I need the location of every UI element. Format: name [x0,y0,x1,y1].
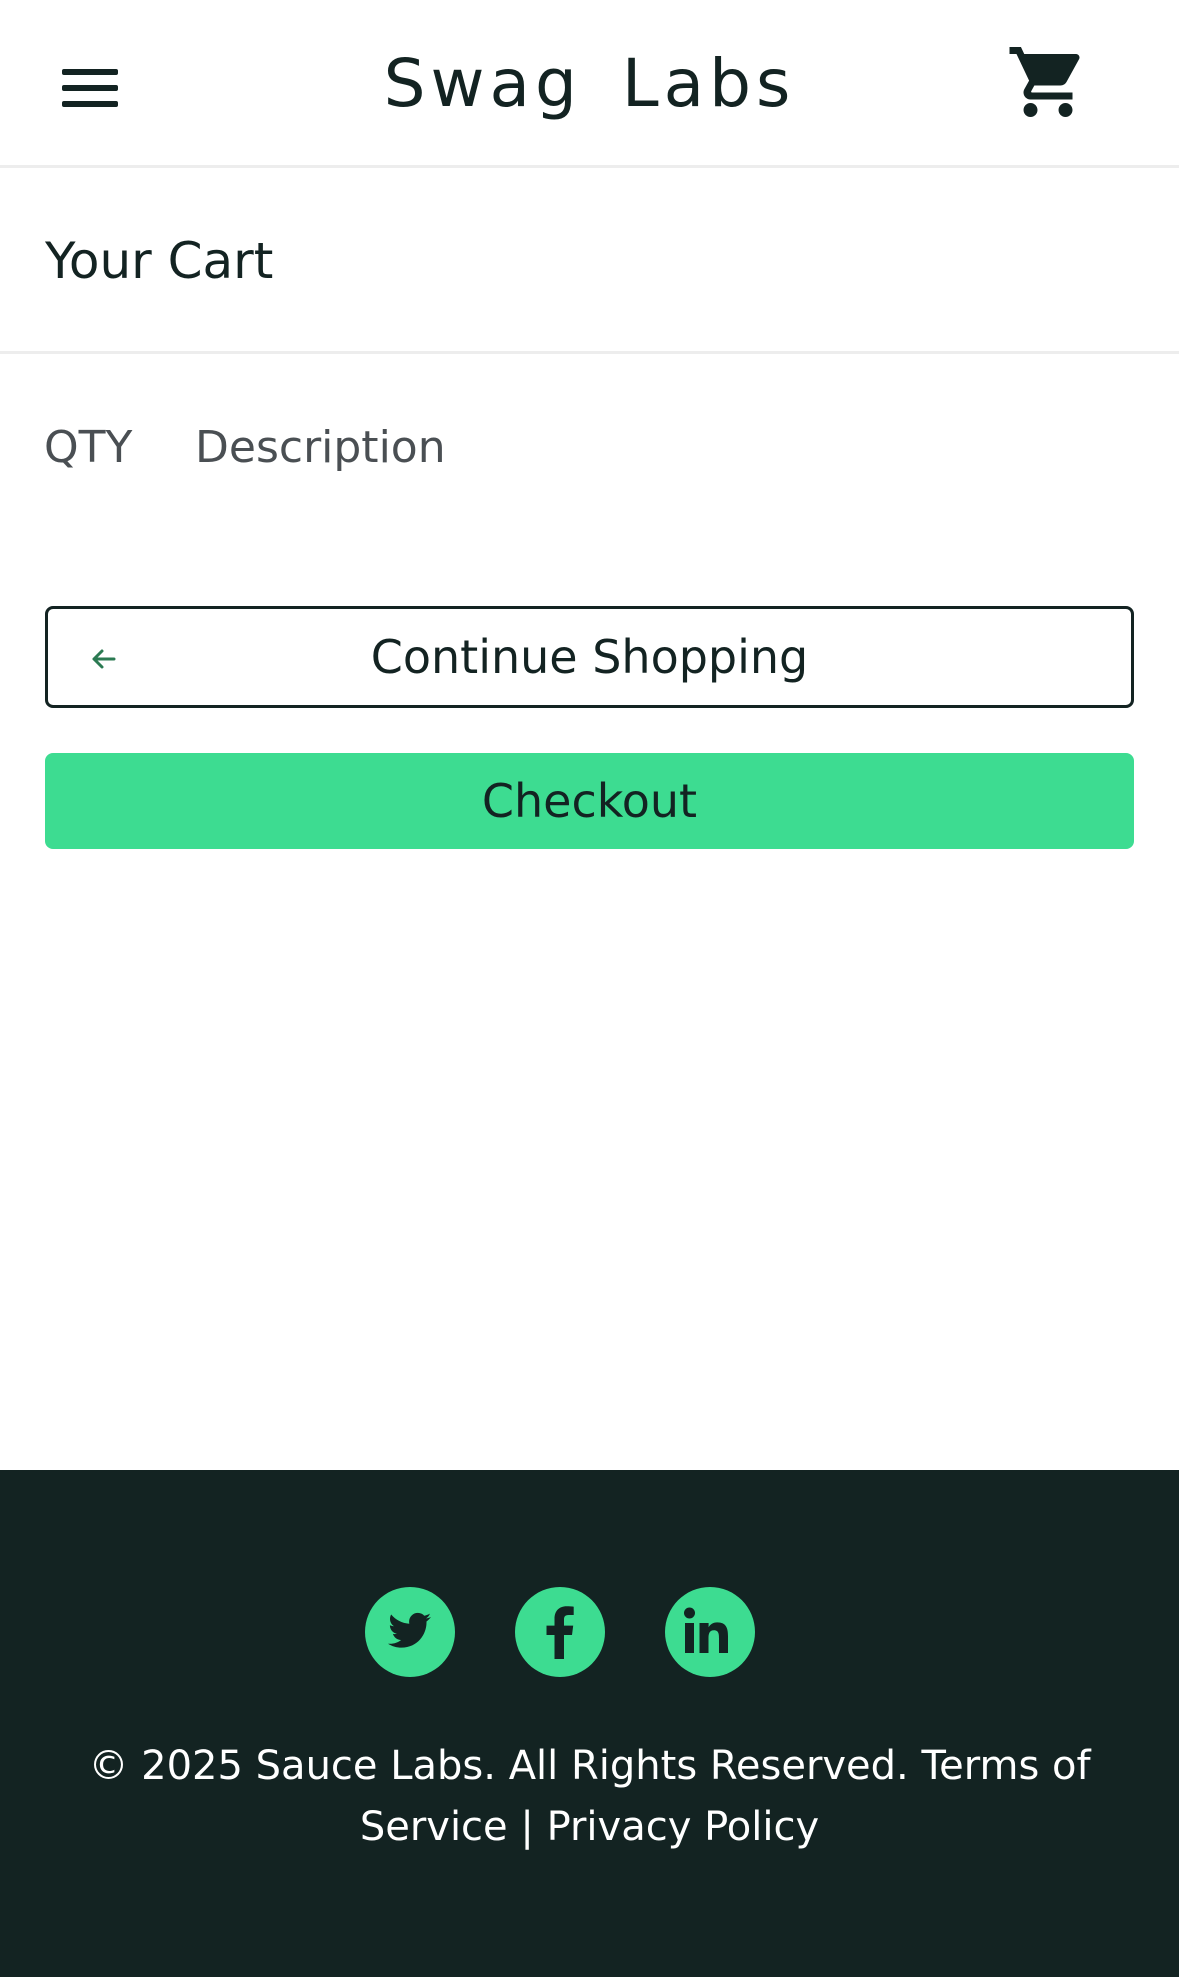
footer-copyright: © 2025 Sauce Labs. All Rights Reserved. … [88,1743,1091,1850]
linkedin-icon [684,1607,728,1653]
shopping-cart-icon [1009,47,1080,117]
shopping-cart-link[interactable] [1006,40,1090,124]
facebook-icon [546,1606,574,1659]
cart-page: Swag Labs Your Cart QTY Description Cont… [0,0,1179,1977]
twitter-link[interactable] [365,1587,455,1677]
facebook-link[interactable] [515,1587,605,1677]
app-header: Swag Labs [0,0,1179,168]
continue-shopping-label: Continue Shopping [370,630,809,684]
page-title: Your Cart [45,232,274,290]
checkout-button[interactable]: Checkout [45,753,1134,849]
app-logo: Swag Labs [383,45,796,122]
linkedin-link[interactable] [665,1587,755,1677]
twitter-icon [388,1612,431,1648]
footer [0,1470,1179,1977]
cart-description-column-label: Description [195,422,446,473]
cart-qty-column-label: QTY [44,422,133,473]
continue-shopping-button[interactable]: Continue Shopping [45,606,1134,708]
